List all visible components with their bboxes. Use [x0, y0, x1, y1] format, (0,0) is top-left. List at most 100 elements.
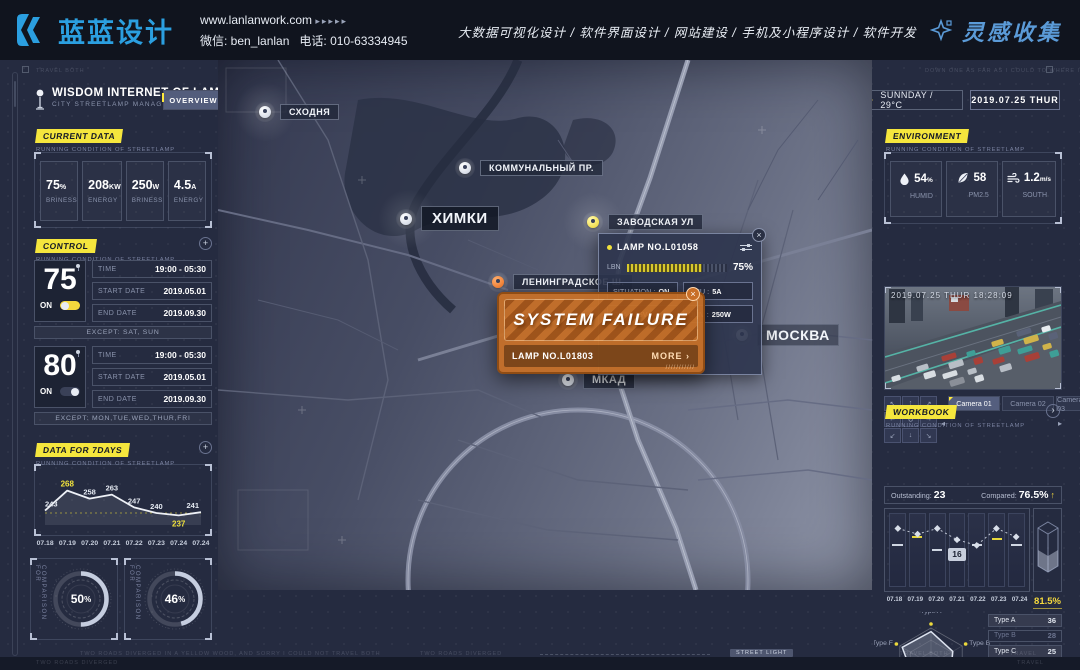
week-chart-panel: 243268258263247240237241: [34, 464, 212, 536]
lamp-id: LAMP NO.L01058: [617, 242, 734, 252]
workbook-xlabels: 07.1807.19 07.2007.21 07.2207.23 07.24: [884, 596, 1030, 603]
status-dot: [607, 245, 612, 250]
map-marker-skhodnya[interactable]: СХОДНЯ: [255, 102, 339, 122]
svg-text:258: 258: [83, 488, 96, 497]
bar-07.18[interactable]: [889, 513, 906, 587]
tab-overview-1[interactable]: OVERVIEW: [163, 90, 224, 110]
power-toggle-2[interactable]: [60, 387, 80, 396]
lamp-pin-white: [255, 102, 275, 122]
svg-text:247: 247: [128, 496, 141, 505]
power-toggle-1[interactable]: [60, 301, 80, 310]
workbook-title: WORKBOOK: [885, 405, 957, 419]
pm25-stat: 58 PM2.5: [946, 161, 998, 217]
end-date-row[interactable]: END DATE2019.09.30: [92, 304, 212, 322]
stat-briness: 75%BRINESS: [40, 161, 78, 221]
map-marker-khimki[interactable]: ХИМКИ: [396, 206, 499, 231]
control-title: CONTROL: [35, 239, 96, 253]
except-days-1: EXCEPT: SAT, SUN: [34, 326, 212, 339]
leaf-icon: [957, 172, 969, 184]
map-marker-kommunalny[interactable]: КОММУНАЛЬНЫЙ ПР.: [455, 158, 603, 178]
environment-title: ENVIRONMENT: [885, 129, 969, 143]
control-schedule-2: 80 ON TIME19:00 - 05:30 START DATE2019.0…: [34, 346, 212, 408]
left-scrollbar[interactable]: [12, 72, 18, 656]
except-days-2: EXCEPT: MON,TUE,WED,THUR,FRI: [34, 412, 212, 425]
stat-briness-w: 250WBRINESS: [126, 161, 164, 221]
current-data-panel: 75%BRINESS 208KWENERGY 250WBRINESS 4.5AE…: [34, 152, 212, 228]
comparison-gauge-1: COMPARISON FOR 50%: [30, 558, 118, 640]
chart-tooltip: 16: [948, 548, 966, 561]
popup-close-icon[interactable]: ×: [752, 228, 766, 242]
sliders-icon[interactable]: [739, 243, 753, 252]
camera-next-button[interactable]: ▸: [1056, 416, 1064, 431]
time-row[interactable]: TIME19:00 - 05:30: [92, 260, 212, 278]
map-marker-zavodskaya[interactable]: ЗАВОДСКАЯ УЛ: [583, 212, 703, 232]
decor-text: DOWN ONE AS FAR AS I COULD TO WHERE IT: [925, 68, 1080, 74]
week-chart-title: DATA FOR 7DAYS: [35, 443, 130, 457]
trend-up-icon: ↑: [1051, 490, 1056, 500]
time-row[interactable]: TIME19:00 - 05:30: [92, 346, 212, 364]
stat-energy-kw: 208KWENERGY: [82, 161, 122, 221]
comparison-gauge-2: COMPARISON FOR 46%: [124, 558, 212, 640]
dpad-down-left-button[interactable]: ↙: [884, 428, 901, 443]
week-line-chart: 243268258263247240237241: [35, 465, 211, 535]
bar-07.20[interactable]: [929, 513, 946, 587]
current-data-title: CURRENT DATA: [35, 129, 123, 143]
weather-text: SUNNDAY / 29°C: [880, 90, 954, 110]
droplet-icon: [899, 172, 910, 185]
control-add-button[interactable]: +: [199, 237, 212, 250]
svg-text:268: 268: [61, 480, 75, 489]
bulb-icon: [76, 264, 80, 268]
bar-07.19[interactable]: [909, 513, 926, 587]
week-chart-add-button[interactable]: +: [199, 441, 212, 454]
svg-text:243: 243: [45, 500, 58, 509]
sparkle-star-icon: [930, 19, 954, 43]
decor-square: [1046, 66, 1053, 73]
camera-feed[interactable]: 2019.07.25 THUR 18:28:09: [884, 286, 1062, 390]
inspiration-collect[interactable]: 灵感收集: [930, 15, 1062, 47]
lanlan-logo-icon: [16, 13, 52, 47]
alert-title: SYSTEM FAILURE: [513, 310, 688, 330]
svg-text:237: 237: [172, 519, 186, 528]
week-chart-xlabels: 07.1807.19 07.2007.21 07.2207.23 07.2407…: [34, 540, 212, 547]
control-schedule-1: 75 ON TIME19:00 - 05:30 START DATE2019.0…: [34, 260, 212, 322]
lamp-pin-orange: [488, 272, 508, 292]
wechat-label: 微信: ben_lanlan: [200, 34, 289, 48]
system-failure-alert: × SYSTEM FAILURE LAMP NO.L01803 MORE › /…: [497, 292, 705, 374]
end-date-row[interactable]: END DATE2019.09.30: [92, 390, 212, 408]
dpad-down-right-button[interactable]: ↘: [920, 428, 937, 443]
website-link[interactable]: www.lanlanwork.com: [200, 13, 312, 27]
svg-text:Type F: Type F: [874, 640, 893, 647]
lamp-pin-white: [396, 209, 416, 229]
city-map[interactable]: СХОДНЯ КОММУНАЛЬНЫЙ ПР. ХИМКИ ЗАВОДСКАЯ …: [218, 60, 872, 590]
camera-timestamp: 2019.07.25 THUR 18:28:09: [891, 291, 1013, 300]
cube-icon: [1036, 520, 1060, 580]
wind-stat: 1.2m/s SOUTH: [1002, 161, 1056, 217]
workbook-cube-gauge: [1033, 508, 1062, 592]
alert-close-icon[interactable]: ×: [686, 287, 700, 301]
svg-text:263: 263: [106, 484, 119, 493]
humidity-stat: 54% HUMID: [890, 161, 942, 217]
brightness-slider[interactable]: LBN 75%: [607, 262, 753, 273]
bar-07.23[interactable]: [988, 513, 1005, 587]
type-b-row[interactable]: Type B28: [988, 630, 1062, 643]
workbook-percent: 81.5%: [1033, 596, 1062, 609]
start-date-row[interactable]: START DATE2019.05.01: [92, 368, 212, 386]
dpad-down-button[interactable]: ↓: [902, 428, 919, 443]
type-a-row[interactable]: Type A36: [988, 614, 1062, 627]
lanlan-logo-text: 蓝蓝设计: [58, 11, 174, 50]
svg-text:241: 241: [186, 501, 199, 510]
alert-lamp-id: LAMP NO.L01803: [512, 351, 593, 361]
bar-07.24[interactable]: [1008, 513, 1025, 587]
bulb-icon: [76, 350, 80, 354]
bar-07.22[interactable]: [968, 513, 985, 587]
footer-bar: TWO ROADS DIVERGED TRAVEL: [0, 657, 1080, 670]
chevron-right-icon: ›: [686, 351, 690, 361]
start-date-row[interactable]: START DATE2019.05.01: [92, 282, 212, 300]
lamp-pin-white: [455, 158, 475, 178]
decor-line: [540, 654, 710, 655]
workbook-more-button[interactable]: ›: [1046, 404, 1060, 418]
street-light-tag: STREET LIGHT: [730, 649, 793, 657]
svg-text:Type A: Type A: [921, 612, 942, 615]
services-list: 大数据可视化设计 / 软件界面设计 / 网站建设 / 手机及小程序设计 / 软件…: [458, 22, 898, 41]
alert-more-button[interactable]: MORE ›: [651, 351, 690, 361]
